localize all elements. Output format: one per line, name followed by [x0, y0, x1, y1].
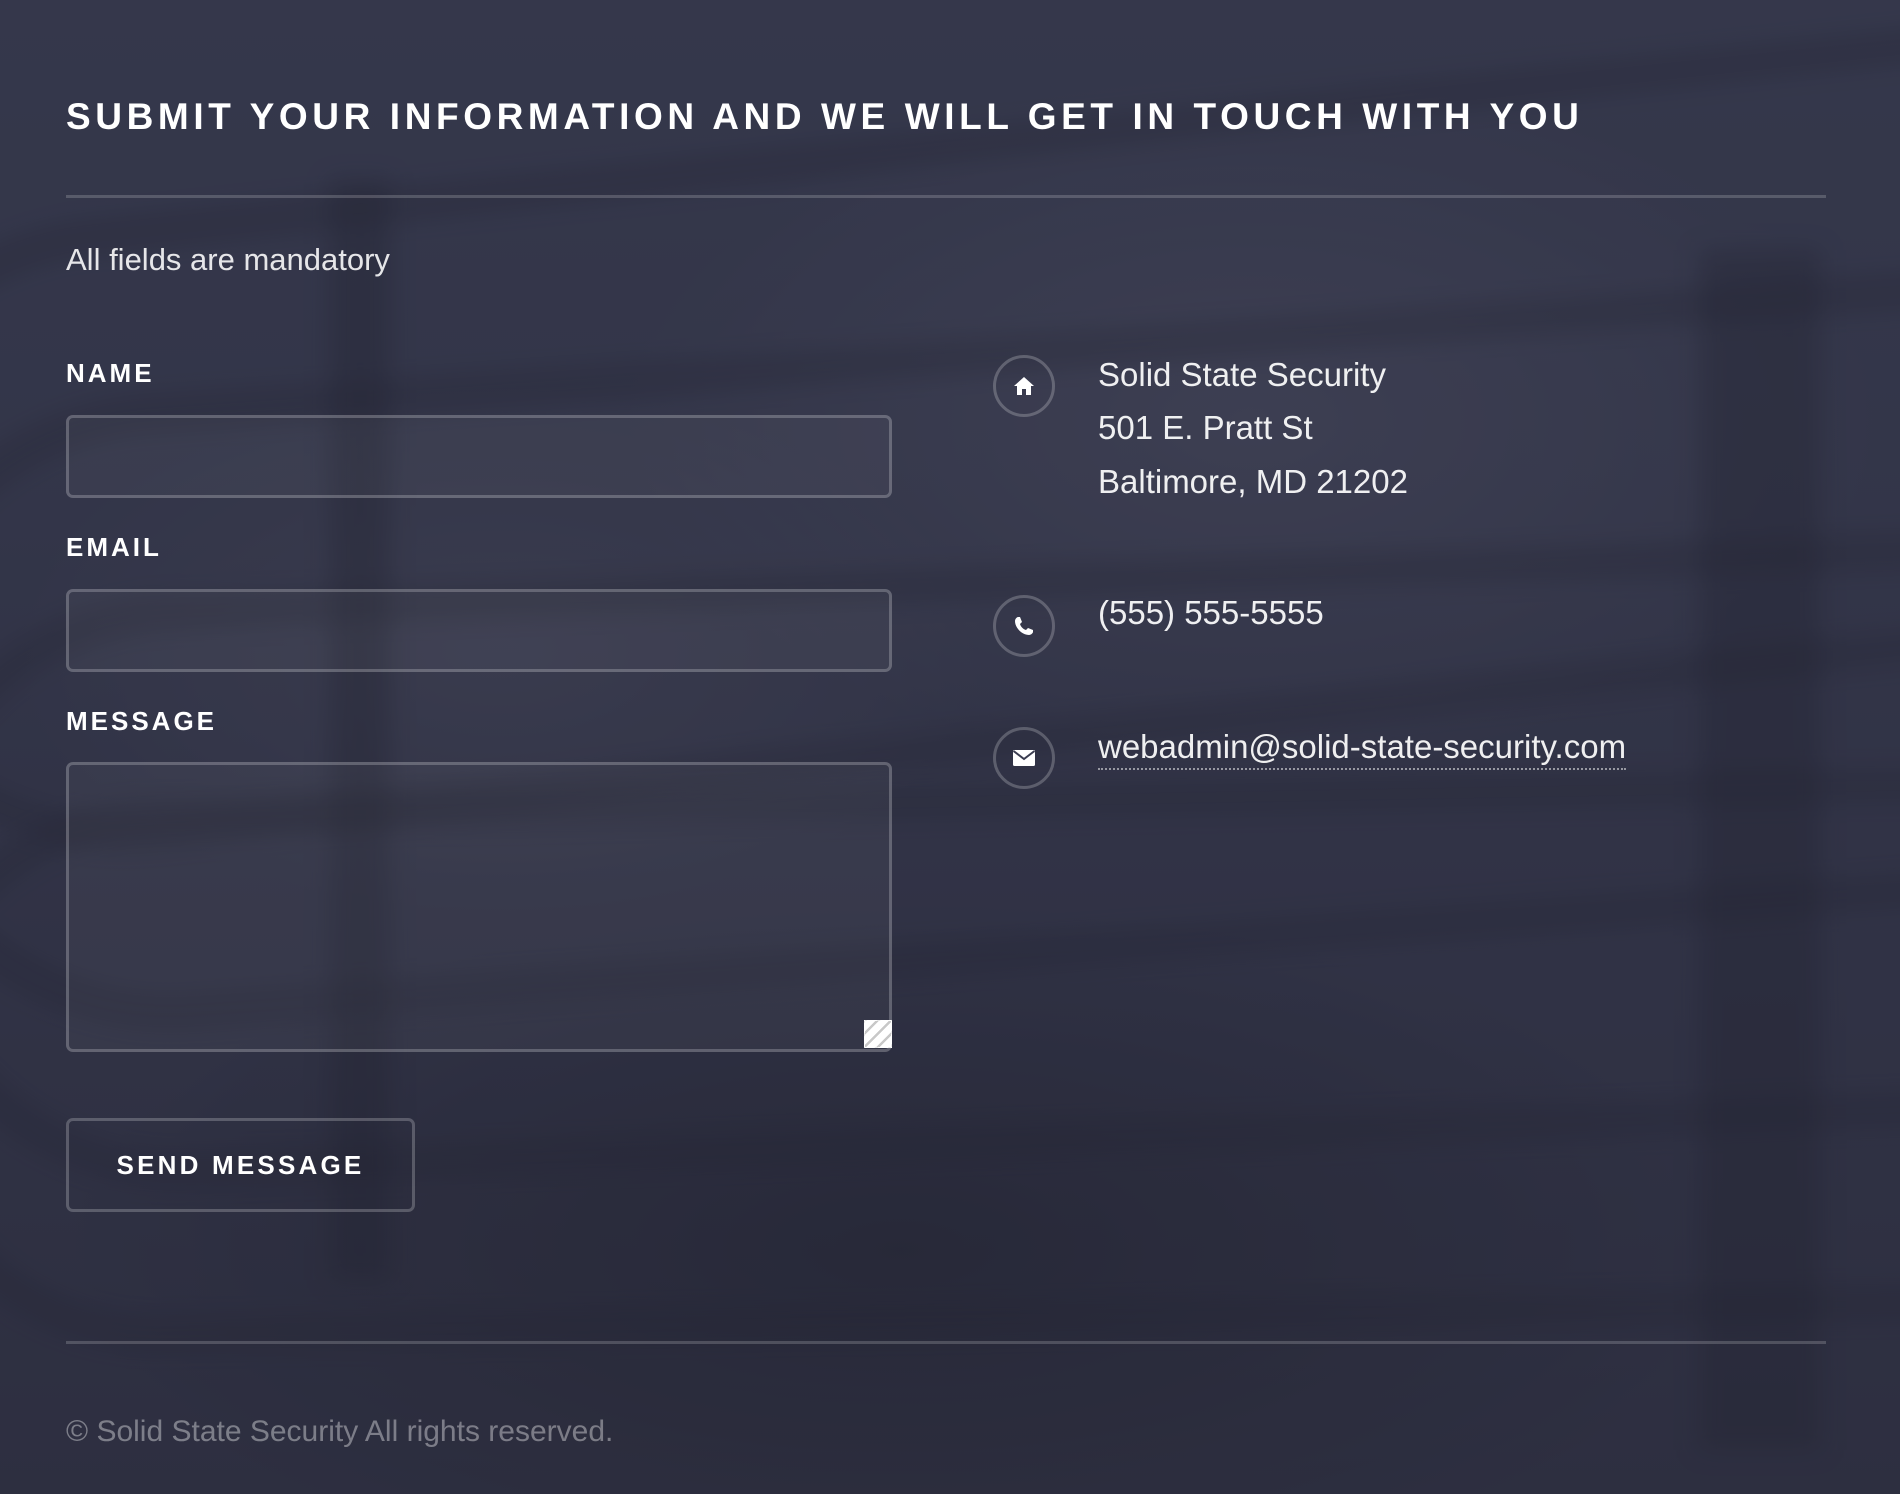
email-input[interactable]: [66, 589, 892, 672]
textarea-resize-handle[interactable]: [864, 1020, 892, 1048]
footer-copyright: © Solid State Security All rights reserv…: [66, 1415, 614, 1448]
city-state-zip: Baltimore, MD 21202: [1098, 463, 1408, 500]
email-link[interactable]: webadmin@solid-state-security.com: [1098, 728, 1627, 770]
email-label: EMAIL: [66, 532, 162, 562]
mandatory-note: All fields are mandatory: [66, 242, 390, 277]
bottom-divider: [66, 1341, 1826, 1344]
contact-section: SUBMIT YOUR INFORMATION AND WE WILL GET …: [66, 0, 1826, 1494]
home-icon: [993, 355, 1055, 417]
name-input[interactable]: [66, 415, 892, 498]
name-label: NAME: [66, 358, 155, 388]
company-name: Solid State Security: [1098, 356, 1386, 393]
street-address: 501 E. Pratt St: [1098, 409, 1313, 446]
section-heading: SUBMIT YOUR INFORMATION AND WE WILL GET …: [66, 96, 1584, 137]
phone-number: (555) 555-5555: [1098, 594, 1324, 631]
message-textarea[interactable]: [66, 762, 892, 1052]
phone-icon: [993, 595, 1055, 657]
envelope-icon: [993, 727, 1055, 789]
message-label: MESSAGE: [66, 706, 218, 736]
send-message-button[interactable]: SEND MESSAGE: [66, 1118, 415, 1212]
top-divider: [66, 195, 1826, 198]
